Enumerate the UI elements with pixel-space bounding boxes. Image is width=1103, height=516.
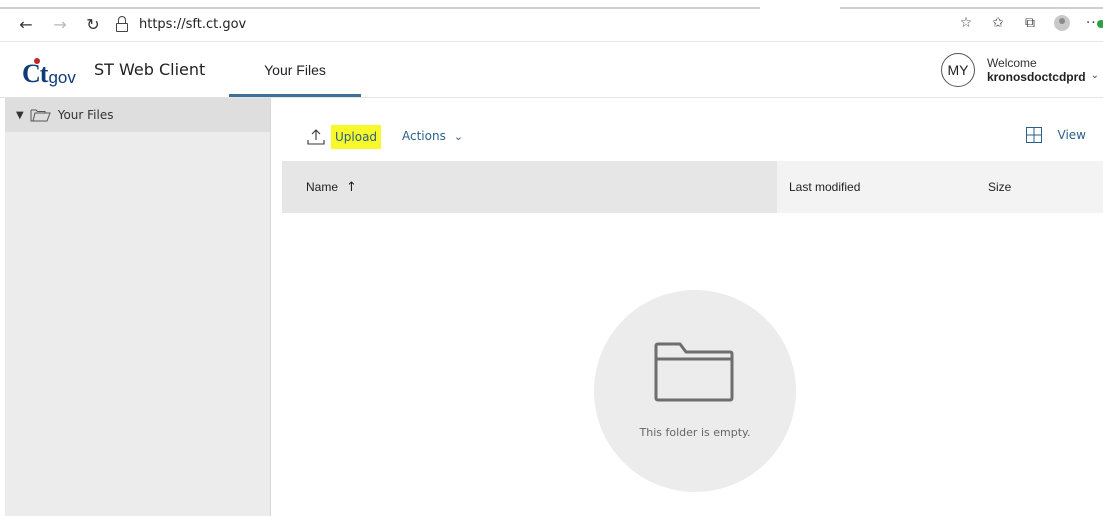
- empty-state: This folder is empty.: [594, 290, 796, 492]
- empty-message: This folder is empty.: [639, 426, 751, 439]
- refresh-icon[interactable]: ↻: [84, 15, 102, 34]
- tab-strip-divider: [840, 7, 1103, 9]
- file-table-header: Name ↑ Last modified Size: [282, 161, 1103, 213]
- grid-view-icon: [1025, 127, 1042, 143]
- tab-strip: [0, 0, 1103, 9]
- upload-icon: [307, 128, 325, 146]
- sort-ascending-icon: ↑: [346, 179, 357, 195]
- caret-down-icon[interactable]: ▼: [16, 110, 24, 121]
- sidebar-item-your-files[interactable]: ▼ Your Files: [5, 98, 270, 132]
- tab-your-files[interactable]: Your Files: [229, 42, 361, 98]
- lock-icon: [115, 16, 129, 32]
- chevron-down-icon: ⌄: [453, 129, 464, 143]
- browser-toolbar: ← → ↻ https://sft.ct.gov ☆ ✩ ⧉ ···: [0, 0, 1103, 42]
- tab-strip-divider: [0, 7, 760, 9]
- actions-dropdown[interactable]: Actions ⌄: [402, 129, 463, 143]
- sidebar: ▼ Your Files: [5, 98, 271, 516]
- update-indicator-icon: [1097, 20, 1103, 28]
- url-text[interactable]: https://sft.ct.gov: [139, 17, 246, 32]
- sidebar-item-label: Your Files: [57, 108, 114, 122]
- avatar[interactable]: MY: [940, 53, 975, 87]
- folder-icon: [30, 108, 51, 122]
- profile-icon[interactable]: [1053, 14, 1071, 32]
- view-button[interactable]: View: [1025, 127, 1086, 143]
- address-bar[interactable]: https://sft.ct.gov: [115, 14, 246, 34]
- browser-actions: ☆ ✩ ⧉ ···: [943, 13, 1103, 33]
- file-toolbar: Upload Actions ⌄ View: [282, 118, 1103, 154]
- upload-label: Upload: [331, 125, 382, 149]
- view-label: View: [1057, 128, 1086, 142]
- welcome-label: Welcome: [986, 55, 1037, 70]
- upload-button[interactable]: Upload: [307, 122, 382, 152]
- empty-folder-icon: [654, 342, 734, 402]
- back-arrow-icon[interactable]: ←: [17, 15, 35, 34]
- tab-label: Your Files: [264, 62, 326, 78]
- app-title: ST Web Client: [94, 60, 206, 79]
- favorite-star-icon[interactable]: ☆: [957, 14, 975, 32]
- column-header-size[interactable]: Size: [975, 161, 1103, 213]
- active-tab-indicator: [229, 94, 361, 97]
- app-header: Ct gov ST Web Client Your Files MY Welco…: [0, 42, 1103, 98]
- collections-icon[interactable]: ⧉: [1021, 14, 1039, 32]
- user-menu[interactable]: MY Welcome kronosdoctcdprd ⌄: [940, 50, 1103, 90]
- actions-label: Actions: [402, 129, 446, 143]
- favorites-bar-icon[interactable]: ✩: [989, 14, 1007, 32]
- column-header-name[interactable]: Name ↑: [282, 161, 777, 213]
- forward-arrow-icon[interactable]: →: [51, 15, 69, 34]
- chevron-down-icon[interactable]: ⌄: [1091, 70, 1099, 81]
- ct-gov-logo[interactable]: Ct gov: [22, 51, 76, 87]
- username: kronosdoctcdprd: [986, 70, 1086, 84]
- more-options-icon[interactable]: ···: [1085, 14, 1103, 32]
- column-header-last-modified[interactable]: Last modified: [777, 161, 975, 213]
